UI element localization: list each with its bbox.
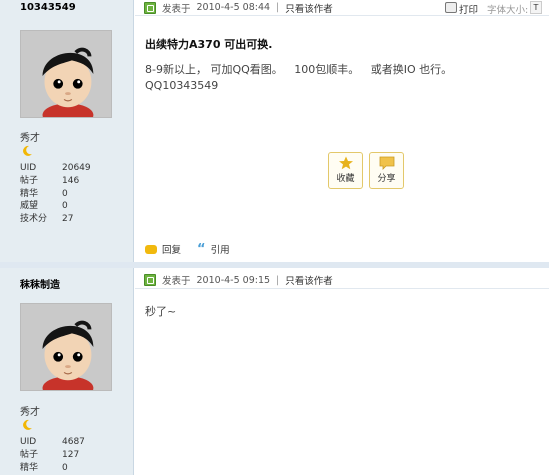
post: 10343549 秀才 UID 20649 帖子 146 精华 0 威望 0 技… xyxy=(0,0,549,262)
post-content: 发表于 2010-4-5 09:15 | 只看该作者 秒了~ xyxy=(135,268,549,475)
user-rank: 秀才 xyxy=(20,407,40,418)
stat-row: 帖子 146 xyxy=(20,175,80,186)
post-body: 秒了~ xyxy=(145,305,177,318)
stat-row: UID 20649 xyxy=(20,163,91,173)
favorite-button[interactable]: 收藏 xyxy=(328,152,363,189)
post: 秣秣制造 秀才 UID 4687 帖子 127 精华 0 发表于 2010-4-… xyxy=(0,268,549,475)
stat-row: 帖子 127 xyxy=(20,449,80,460)
font-size-button[interactable]: T xyxy=(530,1,542,14)
share-icon xyxy=(379,156,394,170)
stat-row: 威望 0 xyxy=(20,201,68,212)
moon-icon xyxy=(23,419,32,430)
forum-thread: 10343549 秀才 UID 20649 帖子 146 精华 0 威望 0 技… xyxy=(0,0,549,475)
print-icon[interactable] xyxy=(445,2,457,13)
post-icon xyxy=(144,274,156,286)
stat-row: UID 4687 xyxy=(20,437,85,447)
post-actions: 回复 “ 引用 xyxy=(145,242,230,256)
only-author-link[interactable]: 只看该作者 xyxy=(285,1,333,15)
share-button[interactable]: 分享 xyxy=(369,152,404,189)
stat-row: 精华 0 xyxy=(20,462,68,473)
stat-row: 精华 0 xyxy=(20,188,68,199)
username[interactable]: 秣秣制造 xyxy=(20,276,60,291)
only-author-link[interactable]: 只看该作者 xyxy=(285,273,333,287)
star-icon xyxy=(338,156,353,170)
reply-icon xyxy=(145,244,157,254)
post-title: 出续特力A370 可出可换. xyxy=(145,38,273,51)
quote-link[interactable]: 引用 xyxy=(211,242,230,256)
post-icon xyxy=(144,1,156,14)
post-body: 8-9新以上， 可加QQ看图。 100包顺丰。 或者换IO 也行。 QQ1034… xyxy=(145,63,453,92)
posted-time: 2010-4-5 09:15 xyxy=(196,274,271,286)
post-content: 发表于 2010-4-5 08:44 | 只看该作者 打印 字体大小: T 出续… xyxy=(135,0,549,262)
posted-label: 发表于 xyxy=(162,3,191,15)
user-stats: UID 4687 帖子 127 精华 0 xyxy=(20,436,120,474)
user-sidebar: 10343549 秀才 UID 20649 帖子 146 精华 0 威望 0 技… xyxy=(0,0,134,262)
user-rank: 秀才 xyxy=(20,133,40,144)
user-sidebar: 秣秣制造 秀才 UID 4687 帖子 127 精华 0 xyxy=(0,268,134,475)
posted-label: 发表于 xyxy=(162,276,191,287)
reply-link[interactable]: 回复 xyxy=(162,242,181,256)
avatar[interactable] xyxy=(20,303,112,391)
print-link[interactable]: 打印 xyxy=(459,2,478,16)
avatar[interactable] xyxy=(20,30,112,118)
font-size-label: 字体大小: xyxy=(487,5,529,16)
stat-row: 技术分 27 xyxy=(20,214,74,225)
posted-time: 2010-4-5 08:44 xyxy=(196,2,271,13)
post-meta: 发表于 2010-4-5 09:15 | 只看该作者 xyxy=(135,272,549,289)
quote-icon: “ xyxy=(197,241,206,257)
user-stats: UID 20649 帖子 146 精华 0 威望 0 技术分 27 xyxy=(20,162,120,226)
post-meta: 发表于 2010-4-5 08:44 | 只看该作者 打印 字体大小: T xyxy=(135,0,549,16)
username[interactable]: 10343549 xyxy=(20,2,76,13)
moon-icon xyxy=(23,145,32,156)
